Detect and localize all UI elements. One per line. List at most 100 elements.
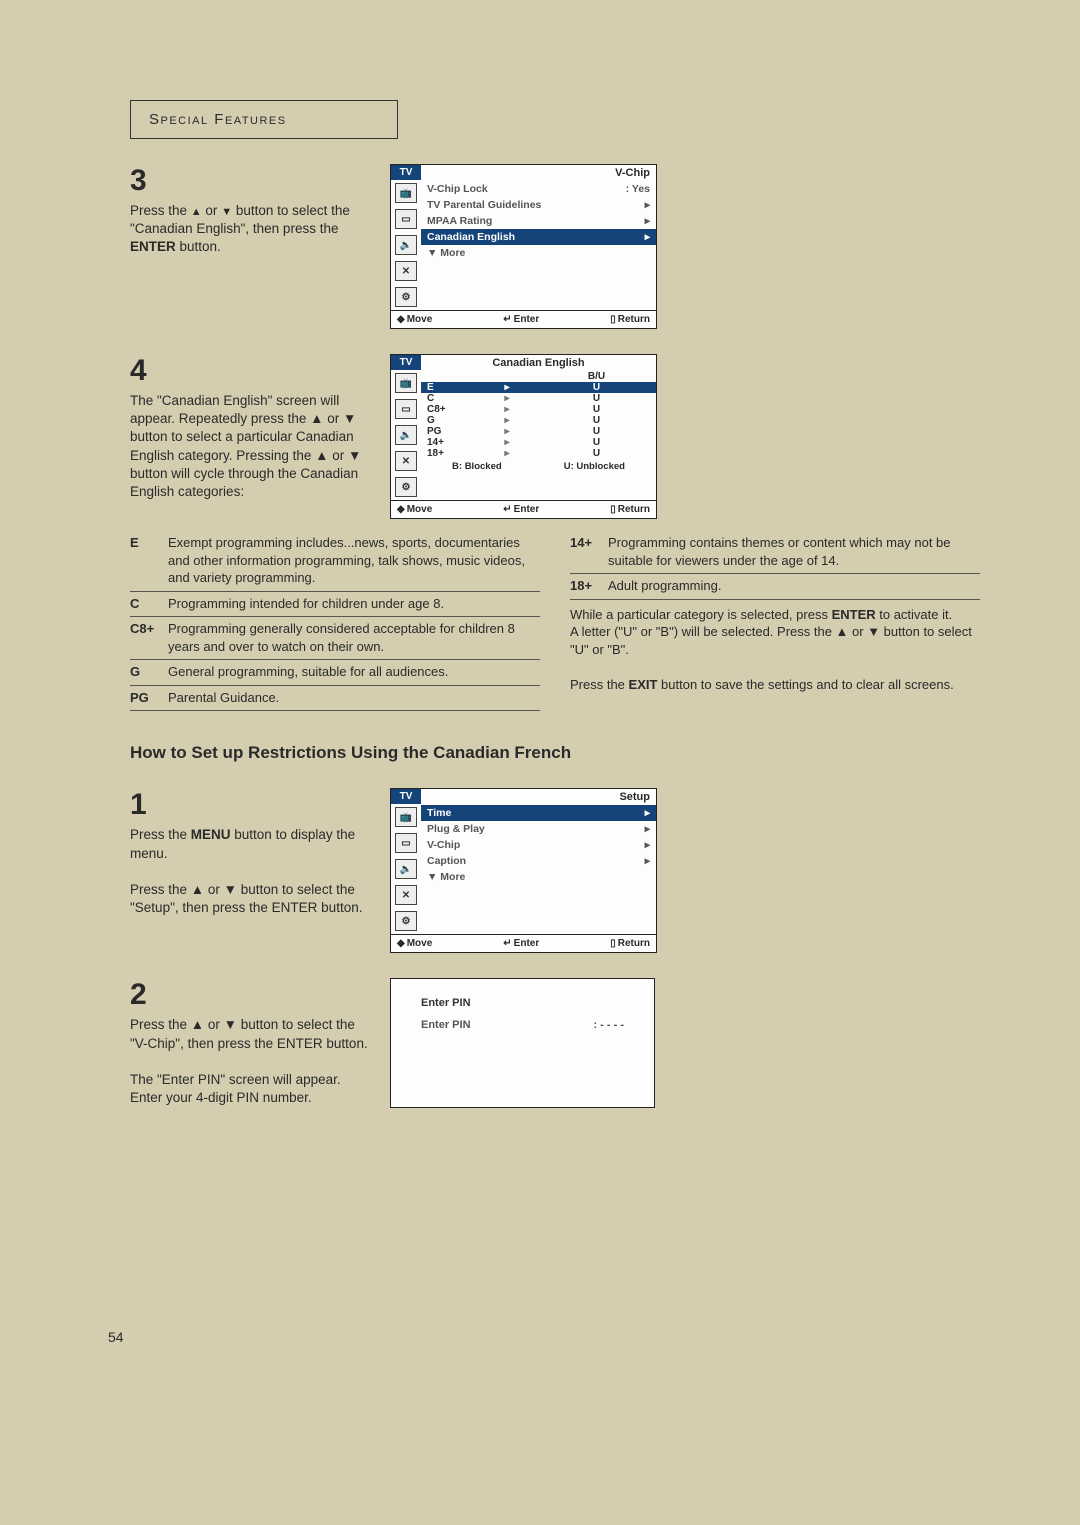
step-1: 1 Press the MENU button to display the m…	[130, 788, 980, 953]
tv-icon: 📺	[395, 807, 417, 827]
settings-icon: ⚙	[395, 911, 417, 931]
definition-row: GGeneral programming, suitable for all a…	[130, 660, 540, 686]
t: Return	[618, 938, 650, 949]
enter-hint: ↵ Enter	[503, 504, 539, 515]
t: Move	[407, 504, 433, 515]
section-title: How to Set up Restrictions Using the Can…	[130, 743, 980, 763]
unblocked-legend: U: Unblocked	[564, 461, 625, 472]
osd-legend: B: Blocked U: Unblocked	[421, 459, 656, 474]
t: Press the	[570, 677, 629, 692]
osd-vchip-menu: TV 📺 ▭ 🔈 ✕ ⚙ V-Chip V-Chip Lock: YesTV P…	[390, 164, 657, 329]
osd-menu-row: Plug & Play▸	[421, 821, 656, 837]
osd-footer: ◆ Move ↵ Enter ▯ Return	[391, 500, 656, 518]
t: Enter	[514, 314, 540, 325]
osd-rating-row: C8+▸U	[421, 404, 656, 415]
osd-tab: TV	[391, 355, 421, 370]
menu-label: MENU	[191, 827, 231, 842]
blocked-legend: B: Blocked	[452, 461, 502, 472]
step-2-text: Press the ▲ or ▼ button to select the "V…	[130, 1016, 370, 1107]
t: Press the	[130, 203, 191, 218]
t: or	[202, 203, 222, 218]
definition-row: EExempt programming includes...news, spo…	[130, 531, 540, 592]
enter-label: ENTER	[130, 239, 176, 254]
t: Enter	[514, 504, 540, 515]
osd-rating-row: 18+▸U	[421, 448, 656, 459]
move-hint: ◆ Move	[397, 314, 432, 325]
t: Return	[618, 504, 650, 515]
rating-definitions: EExempt programming includes...news, spo…	[130, 531, 980, 711]
tv-icon: 📺	[395, 373, 417, 393]
osd-setup-menu: TV 📺 ▭ 🔈 ✕ ⚙ Setup Time▸Plug & Play▸V-Ch…	[390, 788, 657, 953]
step-number: 3	[130, 164, 370, 198]
section-header-text: Special Features	[149, 111, 287, 128]
enter-hint: ↵ Enter	[503, 314, 539, 325]
osd-rating-row: E▸U	[421, 382, 656, 393]
step-4: 4 The "Canadian English" screen will app…	[130, 354, 980, 519]
t: While a particular category is selected,…	[570, 607, 832, 622]
osd-menu-row: Caption▸	[421, 853, 656, 869]
definition-row: PGParental Guidance.	[130, 686, 540, 712]
osd-title: V-Chip	[421, 165, 656, 181]
osd-footer: ◆ Move ↵ Enter ▯ Return	[391, 310, 656, 328]
exit-label: EXIT	[629, 677, 658, 692]
osd-rating-row: G▸U	[421, 415, 656, 426]
definition-row: C8+Programming generally considered acce…	[130, 617, 540, 660]
step-4-text: The "Canadian English" screen will appea…	[130, 392, 370, 501]
t: Press the	[130, 827, 191, 842]
move-hint: ◆ Move	[397, 504, 432, 515]
tools-icon: ✕	[395, 261, 417, 281]
osd-title: Canadian English	[421, 355, 656, 371]
definition-row: 18+Adult programming.	[570, 574, 980, 600]
osd-tab: TV	[391, 165, 421, 180]
move-hint: ◆ Move	[397, 938, 432, 949]
t: to activate it.	[876, 607, 953, 622]
definition-row: 14+Programming contains themes or conten…	[570, 531, 980, 574]
osd-menu-row: Canadian English▸	[421, 229, 656, 245]
osd-menu-row: MPAA Rating▸	[421, 213, 656, 229]
sound-icon: 🔈	[395, 425, 417, 445]
tools-icon: ✕	[395, 451, 417, 471]
pin-title: Enter PIN	[401, 997, 644, 1009]
pin-value: : - - - -	[593, 1019, 624, 1031]
page-number: 54	[108, 1329, 124, 1345]
settings-icon: ⚙	[395, 287, 417, 307]
step-1-text: Press the MENU button to display the men…	[130, 826, 370, 917]
osd-menu-row: Time▸	[421, 805, 656, 821]
t: Press the ▲ or ▼ button to select the "V…	[130, 1017, 368, 1050]
osd-canadian-english: TV 📺 ▭ 🔈 ✕ ⚙ Canadian English B/U E▸UC▸U…	[390, 354, 657, 519]
tv-icon: 📺	[395, 183, 417, 203]
osd-menu-row: V-Chip▸	[421, 837, 656, 853]
osd-menu-row: TV Parental Guidelines▸	[421, 197, 656, 213]
t: button.	[176, 239, 221, 254]
osd-rating-row: C▸U	[421, 393, 656, 404]
t: button to save the settings and to clear…	[657, 677, 953, 692]
return-hint: ▯ Return	[610, 504, 650, 515]
step-number: 1	[130, 788, 370, 822]
settings-icon: ⚙	[395, 477, 417, 497]
t: Enter	[514, 938, 540, 949]
osd-tab: TV	[391, 789, 421, 804]
up-arrow-icon: ▲	[191, 206, 202, 218]
osd-footer: ◆ Move ↵ Enter ▯ Return	[391, 934, 656, 952]
osd-menu-row: ▼ More	[421, 869, 656, 885]
t: Move	[407, 314, 433, 325]
t: The "Enter PIN" screen will appear. Ente…	[130, 1072, 341, 1105]
step-3-text: Press the ▲ or ▼ button to select the "C…	[130, 202, 370, 257]
step-3: 3 Press the ▲ or ▼ button to select the …	[130, 164, 980, 329]
definition-row: CProgramming intended for children under…	[130, 592, 540, 618]
t: Move	[407, 938, 433, 949]
osd-title: Setup	[421, 789, 656, 805]
sound-icon: 🔈	[395, 235, 417, 255]
t: A letter ("U" or "B") will be selected. …	[570, 624, 972, 657]
enter-label: ENTER	[832, 607, 876, 622]
tools-icon: ✕	[395, 885, 417, 905]
sound-icon: 🔈	[395, 859, 417, 879]
osd-menu-row: ▼ More	[421, 245, 656, 261]
section-header: Special Features	[130, 100, 398, 139]
step-number: 4	[130, 354, 370, 388]
picture-icon: ▭	[395, 399, 417, 419]
step-number: 2	[130, 978, 370, 1012]
osd-menu-row: V-Chip Lock: Yes	[421, 181, 656, 197]
instruction-paragraph: While a particular category is selected,…	[570, 606, 980, 694]
down-arrow-icon: ▼	[221, 206, 232, 218]
